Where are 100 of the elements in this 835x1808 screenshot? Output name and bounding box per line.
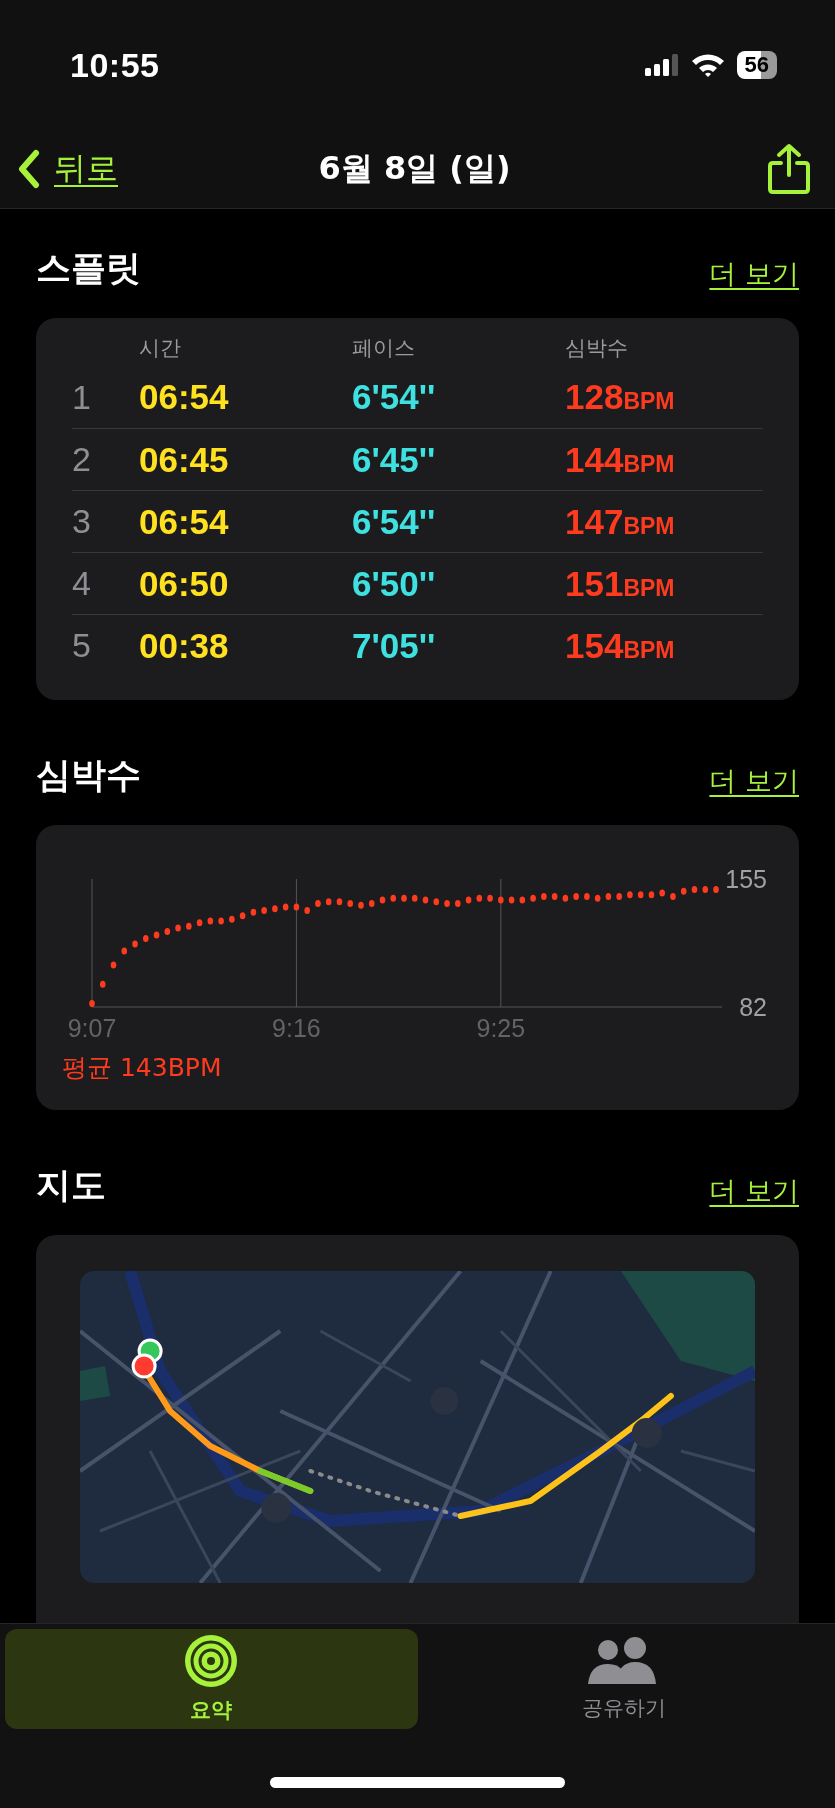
data-point [358, 901, 364, 909]
data-point [411, 894, 418, 902]
pace-cell-text: 7'05'' [352, 625, 437, 666]
data-point [465, 896, 472, 904]
column-header: 페이스 [352, 335, 416, 362]
data-point [530, 894, 536, 902]
data-point [562, 894, 569, 902]
data-point [627, 891, 633, 899]
status-time: 10:55 [70, 45, 160, 85]
axis-label: 155 [725, 865, 767, 893]
data-point [272, 905, 278, 913]
average-heart-rate: 평균 143BPM [62, 1052, 223, 1084]
data-point [110, 961, 117, 969]
data-point [89, 1000, 95, 1007]
back-link[interactable]: 뒤로 [18, 147, 118, 191]
time-cell-text: 06:54 [139, 377, 230, 417]
time-cell-text: 06:45 [139, 439, 230, 480]
axis-label: 9:07 [67, 1014, 117, 1042]
data-point [691, 886, 698, 893]
data-point [680, 887, 687, 895]
data-point [519, 896, 526, 904]
more-link[interactable]: 더 보기 [709, 1173, 799, 1209]
data-point [229, 915, 235, 923]
data-point [153, 931, 160, 939]
data-point [239, 912, 246, 920]
data-point [487, 894, 493, 902]
time-cell-text: 06:50 [139, 563, 230, 604]
axis-label: 9:25 [476, 1014, 526, 1042]
more-link[interactable]: 더 보기 [709, 256, 799, 292]
data-point [605, 893, 612, 901]
data-point [304, 907, 310, 915]
heart-rate-cell-text: 144BPM [565, 439, 676, 480]
data-point [315, 900, 321, 908]
data-point [261, 907, 267, 915]
heart-rate-cell-text: 151BPM [565, 563, 676, 604]
data-point [132, 940, 138, 948]
heart-rate-cell-text: 147BPM [565, 501, 676, 542]
data-point [186, 922, 192, 930]
split-number: 1 [72, 377, 92, 417]
data-point [121, 947, 128, 955]
data-point [508, 896, 515, 904]
data-point [584, 893, 590, 901]
pace-cell-text: 6'54'' [352, 501, 437, 542]
pace-cell-text: 6'54'' [352, 377, 437, 417]
split-number: 3 [72, 502, 92, 541]
chevron-left-icon [18, 149, 40, 189]
data-point [401, 894, 407, 902]
data-point [347, 900, 353, 908]
data-point [637, 891, 644, 899]
data-point [648, 891, 655, 899]
data-point [444, 900, 450, 908]
split-number: 4 [72, 564, 92, 603]
data-point [659, 889, 665, 897]
data-point [713, 886, 719, 893]
data-point [379, 896, 386, 904]
data-point [250, 908, 257, 916]
data-point [390, 894, 397, 902]
battery-level: 56 [736, 51, 777, 79]
wifi-icon [690, 53, 725, 77]
share-icon [767, 143, 811, 195]
data-point [207, 917, 214, 925]
rings-icon [184, 1634, 239, 1688]
axis-label: 9:16 [272, 1014, 321, 1042]
data-point [293, 903, 300, 911]
data-point [196, 919, 203, 927]
data-point [325, 898, 332, 906]
data-point [99, 980, 106, 988]
pace-cell-text: 6'50'' [352, 563, 437, 604]
share-button[interactable] [767, 143, 811, 195]
data-point [455, 900, 461, 908]
axis-label: 82 [739, 993, 767, 1021]
time-cell-text: 00:38 [139, 625, 230, 666]
data-point [541, 893, 547, 901]
tab[interactable]: 요약 [5, 1629, 418, 1729]
data-point [433, 898, 440, 906]
data-point [422, 896, 429, 904]
data-point [143, 935, 149, 943]
section-title: 지도 [36, 1164, 106, 1207]
more-link[interactable]: 더 보기 [709, 763, 799, 799]
tab[interactable]: 공유하기 [417, 1629, 830, 1729]
heart-rate-cell-text: 128BPM [565, 377, 676, 417]
data-point [336, 898, 343, 906]
split-number: 5 [72, 626, 92, 665]
nav-title: 6월 8일 (일) [318, 148, 511, 189]
signal-icon [644, 54, 679, 76]
split-number: 2 [72, 440, 92, 479]
data-point [573, 893, 579, 901]
data-point [282, 903, 289, 911]
data-point [218, 917, 224, 925]
data-point [368, 900, 375, 908]
column-header: 시간 [139, 335, 182, 362]
data-point [616, 893, 622, 901]
data-point [702, 886, 709, 893]
data-point [551, 893, 558, 901]
heart-rate-cell-text: 154BPM [565, 625, 676, 666]
data-point [175, 924, 181, 932]
column-header: 심박수 [565, 335, 629, 362]
section-title: 스플릿 [36, 247, 141, 290]
pace-cell-text: 6'45'' [352, 439, 437, 480]
data-point [670, 893, 676, 901]
